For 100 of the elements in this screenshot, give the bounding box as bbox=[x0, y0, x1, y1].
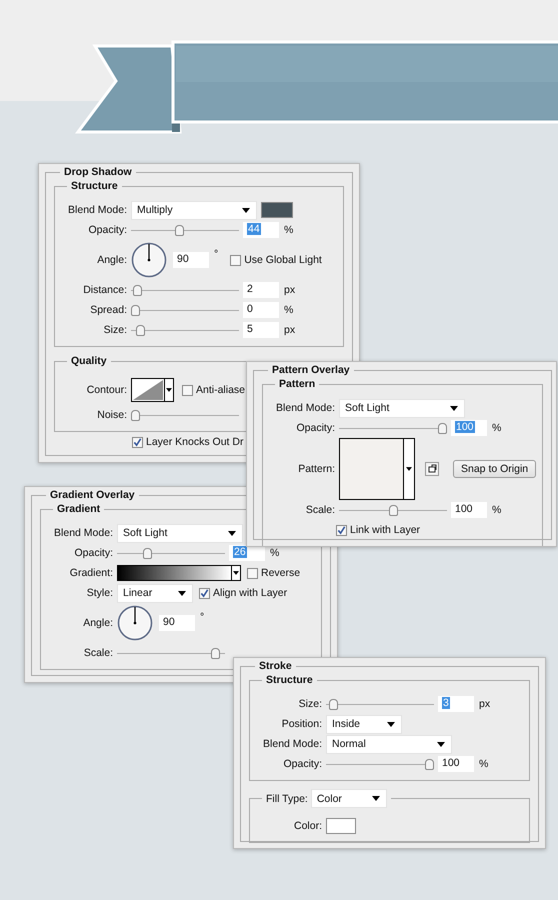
field-label: Noise: bbox=[96, 409, 127, 421]
checkbox[interactable] bbox=[182, 384, 193, 396]
contour-picker[interactable] bbox=[131, 378, 174, 402]
checkbox-label: Link with Layer bbox=[350, 524, 420, 536]
caret-icon bbox=[450, 406, 458, 410]
unit-label: % bbox=[479, 758, 488, 770]
slider-thumb[interactable] bbox=[425, 758, 434, 770]
caret-icon bbox=[242, 208, 250, 212]
dropdown[interactable]: Multiply bbox=[131, 200, 257, 220]
value-field[interactable]: 2 bbox=[243, 282, 279, 298]
checkbox-label: Align with Layer bbox=[213, 587, 288, 599]
new-preset-icon[interactable] bbox=[425, 462, 439, 476]
angle-dial[interactable] bbox=[117, 605, 153, 641]
dropdown[interactable]: Soft Light bbox=[339, 398, 465, 418]
checkbox-label: Layer Knocks Out Dr bbox=[146, 436, 244, 448]
checkbox[interactable] bbox=[247, 568, 258, 578]
slider-thumb[interactable] bbox=[438, 422, 447, 434]
checkbox-label: Anti-aliase bbox=[196, 384, 246, 396]
dropdown[interactable]: Normal bbox=[326, 734, 452, 754]
panel-title: Gradient Overlay bbox=[49, 489, 136, 501]
field-label: Angle: bbox=[82, 617, 113, 629]
value-field[interactable]: 90 bbox=[159, 615, 195, 631]
unit-label: % bbox=[284, 224, 294, 236]
caret-icon bbox=[437, 742, 445, 746]
field-label: Pattern: bbox=[297, 463, 335, 475]
checkbox[interactable] bbox=[336, 524, 347, 536]
pattern-picker[interactable] bbox=[339, 438, 415, 500]
slider-thumb[interactable] bbox=[174, 224, 184, 236]
slider-thumb[interactable] bbox=[136, 324, 145, 336]
unit-label: px bbox=[284, 324, 296, 336]
caret-icon bbox=[178, 590, 186, 596]
dropdown[interactable]: Color bbox=[310, 789, 387, 808]
unit-label: px bbox=[479, 698, 490, 710]
checkbox[interactable] bbox=[230, 254, 242, 266]
caret-icon bbox=[406, 467, 412, 471]
value-field[interactable]: 100 bbox=[438, 756, 474, 772]
field-label: Blend Mode: bbox=[53, 527, 113, 539]
value-field[interactable]: 5 bbox=[243, 322, 279, 338]
section-title: Structure bbox=[70, 180, 119, 192]
color-swatch[interactable] bbox=[261, 202, 293, 218]
dropdown[interactable]: Soft Light bbox=[117, 524, 243, 542]
field-label: Fill Type: bbox=[266, 792, 308, 804]
angle-dial[interactable] bbox=[131, 242, 167, 278]
field-label: Color: bbox=[292, 820, 322, 832]
value-field[interactable]: 100 bbox=[451, 502, 487, 518]
slider-thumb[interactable] bbox=[131, 410, 140, 420]
field-label: Opacity: bbox=[87, 224, 127, 236]
dropdown[interactable]: Inside bbox=[326, 714, 402, 734]
field-label: Contour: bbox=[86, 384, 127, 396]
field-label: Style: bbox=[86, 587, 113, 599]
unit-label: ° bbox=[200, 611, 204, 623]
unit-label: % bbox=[270, 547, 280, 559]
panel-title: Pattern Overlay bbox=[271, 364, 351, 376]
unit-label: ° bbox=[214, 248, 218, 260]
checkbox[interactable] bbox=[132, 436, 143, 448]
panel-title: Drop Shadow bbox=[63, 166, 133, 178]
field-label: Blend Mode: bbox=[67, 204, 127, 216]
unit-label: % bbox=[492, 422, 502, 434]
unit-label: % bbox=[492, 504, 502, 516]
gradient-picker[interactable] bbox=[117, 565, 241, 581]
field-label: Distance: bbox=[82, 284, 127, 296]
caret-icon bbox=[233, 571, 239, 575]
color-swatch[interactable] bbox=[326, 818, 356, 834]
field-label: Size: bbox=[298, 698, 322, 710]
checkbox[interactable] bbox=[199, 588, 210, 598]
caret-icon bbox=[228, 530, 236, 536]
dropdown[interactable]: Linear bbox=[117, 584, 193, 602]
section-title: Gradient bbox=[56, 503, 102, 515]
field-label: Blend Mode: bbox=[262, 738, 322, 750]
field-label: Size: bbox=[102, 324, 127, 336]
caret-icon bbox=[372, 796, 380, 801]
field-label: Gradient: bbox=[68, 567, 113, 579]
slider-thumb[interactable] bbox=[131, 304, 140, 316]
checkbox-label: Use Global Light bbox=[244, 254, 322, 266]
section-title: Structure bbox=[265, 674, 314, 686]
field-label: Angle: bbox=[96, 254, 127, 266]
section-title: Pattern bbox=[278, 378, 316, 390]
slider-thumb[interactable] bbox=[388, 504, 398, 516]
field-label: Opacity: bbox=[295, 422, 335, 434]
field-label: Scale: bbox=[304, 504, 335, 516]
value-field[interactable]: 90 bbox=[173, 252, 209, 268]
field-label: Opacity: bbox=[282, 758, 322, 770]
field-label: Opacity: bbox=[73, 547, 113, 559]
value-field[interactable]: 0 bbox=[243, 302, 279, 318]
slider-thumb[interactable] bbox=[328, 698, 338, 710]
caret-icon bbox=[387, 722, 395, 726]
field-label: Blend Mode: bbox=[275, 402, 335, 414]
unit-label: % bbox=[284, 304, 294, 316]
field-label: Position: bbox=[280, 718, 322, 730]
field-label: Spread: bbox=[89, 304, 127, 316]
slider-thumb[interactable] bbox=[142, 548, 152, 558]
field-label: Scale: bbox=[82, 647, 113, 659]
section-title: Quality bbox=[70, 355, 108, 367]
snap-to-origin-button[interactable]: Snap to Origin bbox=[453, 460, 536, 478]
slider-thumb[interactable] bbox=[211, 648, 220, 658]
checkbox-label: Reverse bbox=[261, 567, 300, 579]
caret-icon bbox=[166, 388, 172, 392]
panel-title: Stroke bbox=[258, 660, 293, 672]
slider-thumb[interactable] bbox=[132, 284, 142, 296]
unit-label: px bbox=[284, 284, 296, 296]
